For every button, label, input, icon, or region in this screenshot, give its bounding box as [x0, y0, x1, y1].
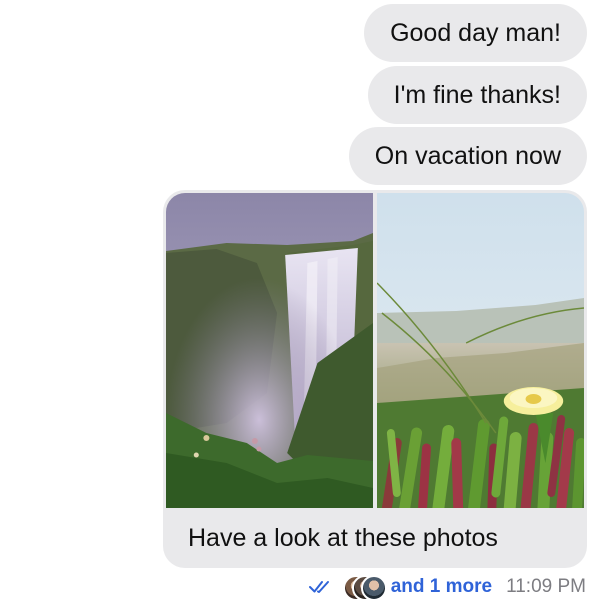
reader-avatars[interactable]: [342, 574, 387, 601]
read-receipt: and 1 more 11:09 PM: [308, 572, 586, 602]
double-check-icon: [308, 581, 329, 593]
photo-caption: Have a look at these photos: [188, 524, 498, 552]
waterfall-photo[interactable]: [166, 193, 373, 508]
more-readers-link[interactable]: and 1 more: [391, 576, 492, 598]
photo-message-bubble[interactable]: Have a look at these photos: [163, 190, 587, 568]
message-thread: Good day man! I'm fine thanks! On vacati…: [0, 0, 600, 610]
photo-grid: [166, 193, 584, 508]
message-timestamp: 11:09 PM: [506, 576, 586, 597]
message-bubble[interactable]: On vacation now: [348, 127, 587, 185]
avatar: [360, 575, 387, 601]
flower-photo[interactable]: [377, 193, 584, 508]
message-bubble[interactable]: Good day man!: [364, 4, 587, 62]
message-bubble[interactable]: I'm fine thanks!: [367, 66, 587, 124]
